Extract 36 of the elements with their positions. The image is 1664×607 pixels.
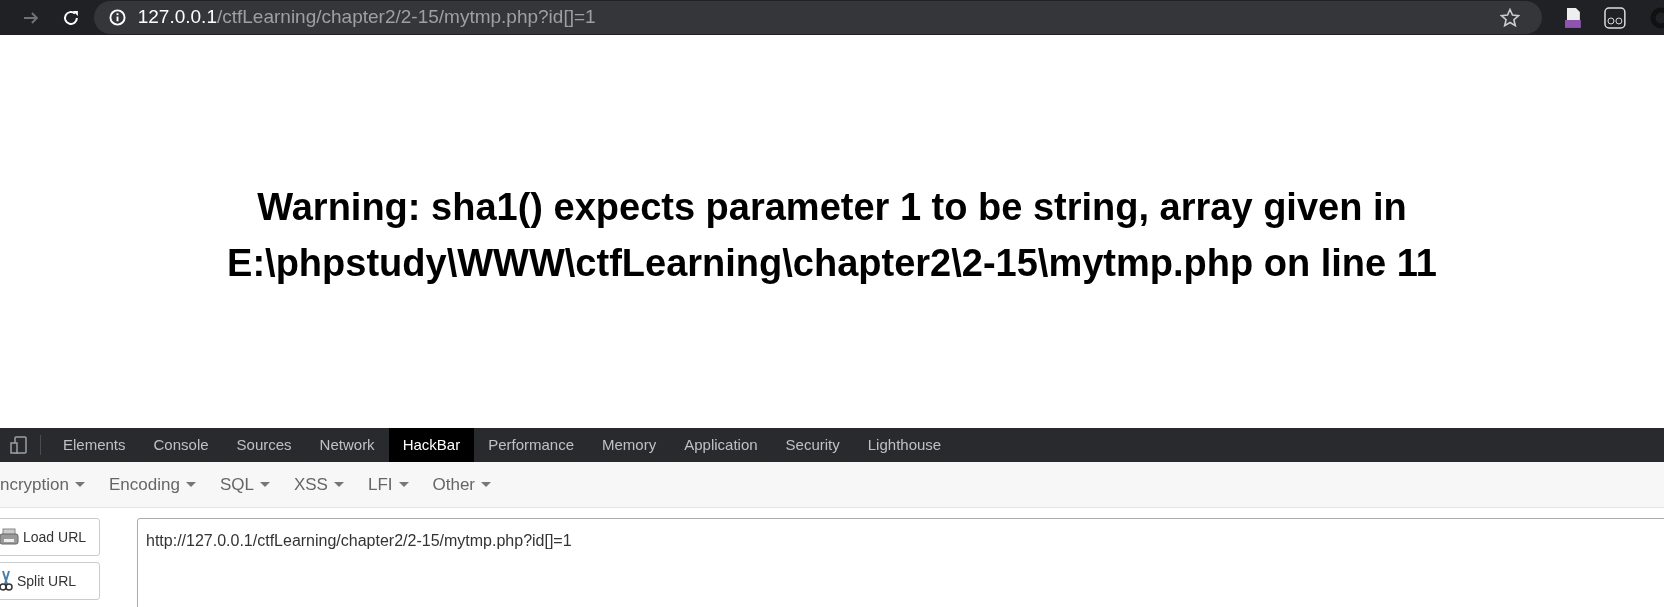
reload-icon[interactable] [61,8,80,27]
extension-icon[interactable] [1604,6,1627,29]
menu-dropdown[interactable]: Encoding [97,471,208,498]
warning-message: Warning: sha1() expects parameter 1 to be string, array given in E:\phpstudy\WWW\ctfLearning\chapter2\2-15\mytmp.php on line 11 [226,184,1438,286]
address-bar[interactable]: 127.0.0.1/ctfLearning/chapter2/2-15/mytmp.php?id[]=1 [93,1,1543,34]
info-icon[interactable] [108,9,126,26]
caret-icon [481,481,492,488]
caret-icon [259,481,270,488]
address-text: 127.0.0.1/ctfLearning/chapter2/2-15/mytmp.php?id[]=1 [137,5,596,30]
caret-icon [333,481,344,488]
devtools-tab[interactable]: Security [771,428,854,462]
devtools-tab[interactable]: Network [305,428,389,462]
devtools-tab[interactable]: Memory [588,428,671,462]
caret-icon [398,481,409,488]
menu-dropdown[interactable]: ncryption [0,471,97,498]
devtools-tab[interactable]: Console [139,428,223,462]
menu-dropdown[interactable]: Other [420,471,504,498]
devtools-tab[interactable]: Performance [474,428,589,462]
url-field[interactable]: http://127.0.0.1/ctfLearning/chapter2/2-15/mytmp.php?id[]=1 [137,518,1664,607]
devtools-tab[interactable]: HackBar [388,428,475,462]
devtools-tab[interactable]: Application [670,428,772,462]
menu-dropdown[interactable]: XSS [281,471,356,498]
menu-dropdown[interactable]: SQL [207,471,282,498]
devtools-tab[interactable]: Sources [222,428,306,462]
menu-dropdown[interactable]: LFI [355,471,421,498]
device-toggle-icon[interactable] [10,436,28,454]
pdf-icon[interactable] [1564,6,1583,29]
split-url-button[interactable]: Split URL [0,562,100,600]
devtools-tab[interactable]: Elements [49,428,140,462]
printer-icon [0,528,19,546]
caret-icon [185,481,196,488]
caret-icon [75,481,85,488]
load-url-button[interactable]: Load URL [0,518,100,556]
devtools-tab[interactable]: Lighthouse [853,428,956,462]
scissors-icon [0,570,13,592]
star-icon[interactable] [1500,7,1521,28]
